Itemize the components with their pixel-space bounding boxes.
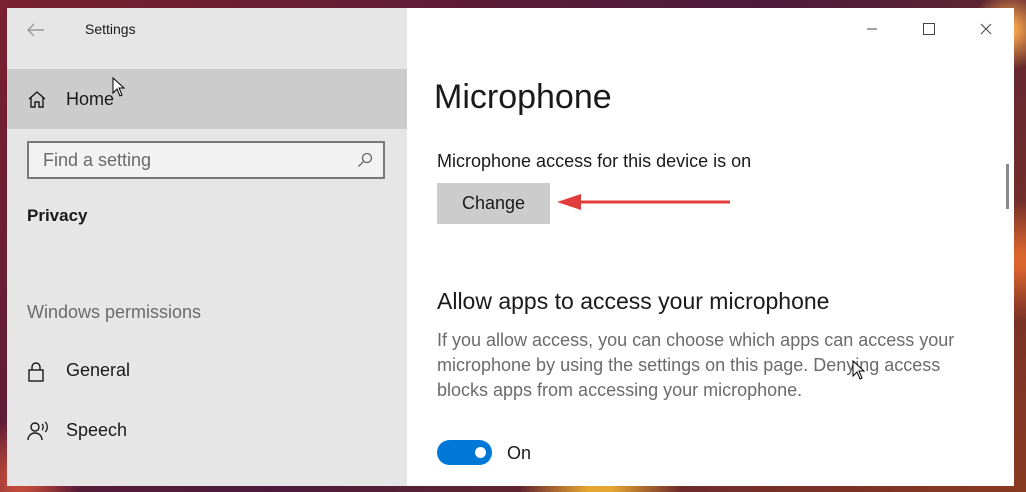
home-icon: [28, 91, 46, 108]
sidebar-item-label: Speech: [66, 420, 128, 440]
microphone-access-toggle[interactable]: [437, 440, 492, 465]
sidebar-item-label: Home: [66, 89, 115, 109]
back-arrow-icon: [27, 23, 44, 37]
section-heading: Allow apps to access your microphone: [437, 288, 830, 314]
search-icon[interactable]: [357, 152, 373, 168]
access-status-text: Microphone access for this device is on: [437, 151, 752, 171]
sidebar-item-speech[interactable]: Speech: [7, 409, 407, 453]
page-title: Microphone: [434, 78, 612, 116]
sidebar-item-general[interactable]: General: [7, 349, 407, 393]
speech-icon: [27, 421, 48, 441]
back-button[interactable]: [21, 18, 51, 42]
window-controls: [843, 8, 1014, 50]
scrollbar[interactable]: [1006, 164, 1009, 209]
toggle-knob: [475, 447, 486, 458]
maximize-icon: [922, 23, 935, 35]
settings-window: Settings Home Privacy Windows permission…: [7, 8, 1014, 486]
toggle-state-label: On: [507, 443, 532, 463]
sidebar: Settings Home Privacy Windows permission…: [7, 8, 407, 486]
maximize-button[interactable]: [900, 8, 957, 50]
close-icon: [980, 23, 991, 35]
sidebar-item-label: General: [66, 360, 131, 380]
sidebar-item-home[interactable]: Home: [7, 69, 407, 129]
minimize-button[interactable]: [843, 8, 900, 50]
title-bar: Settings: [7, 8, 407, 52]
mouse-cursor-icon: [852, 360, 866, 380]
annotation-arrow-icon: [557, 194, 730, 210]
mouse-cursor-icon: [112, 77, 126, 97]
minimize-icon: [866, 28, 877, 30]
app-title: Settings: [85, 21, 136, 37]
group-label: Windows permissions: [27, 302, 202, 322]
content-pane: Microphone Microphone access for this de…: [407, 8, 1014, 486]
change-button[interactable]: Change: [437, 183, 550, 224]
section-title: Privacy: [27, 206, 88, 225]
search-input[interactable]: [29, 143, 353, 177]
description-text: If you allow access, you can choose whic…: [437, 330, 955, 400]
search-box: [27, 141, 385, 179]
lock-icon: [28, 362, 44, 382]
close-button[interactable]: [957, 8, 1014, 50]
